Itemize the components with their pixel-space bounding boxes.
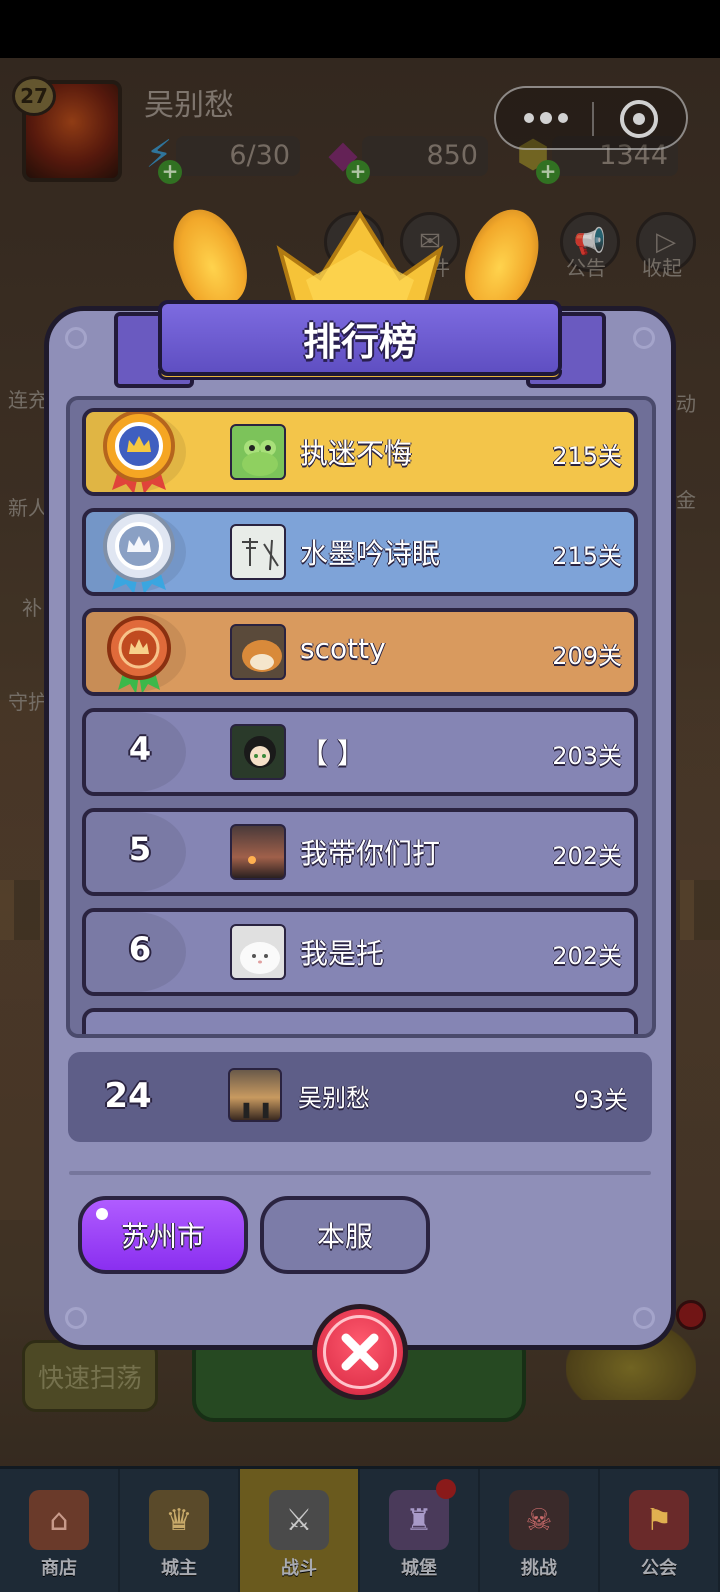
user-name: 我带你们打 bbox=[300, 837, 441, 870]
tab-server[interactable]: 本服 bbox=[260, 1196, 430, 1274]
nav-shop-label: 商店 bbox=[41, 1558, 77, 1579]
nav-challenge-label: 挑战 bbox=[521, 1558, 557, 1579]
user-name: scotty bbox=[300, 632, 386, 665]
nav-castle[interactable]: ♜ 城堡 bbox=[360, 1469, 480, 1592]
castle-icon: ♜ bbox=[389, 1490, 449, 1550]
my-avatar bbox=[228, 1068, 282, 1122]
user-avatar[interactable] bbox=[230, 824, 286, 880]
status-bar bbox=[0, 0, 720, 58]
tab-highlight-dot bbox=[96, 1208, 108, 1220]
bottom-navigation: ⌂ 商店 ♛ 城主 ⚔ 战斗 ♜ 城堡 ☠ 挑战 ⚑ 公会 bbox=[0, 1466, 720, 1592]
corner-ornament bbox=[65, 327, 87, 349]
user-score: 202关 bbox=[552, 942, 622, 970]
demon-icon: ☠ bbox=[509, 1490, 569, 1550]
user-name: 水墨吟诗眠 bbox=[300, 537, 441, 570]
user-score: 202关 bbox=[552, 842, 622, 870]
tab-server-label: 本服 bbox=[316, 1220, 373, 1253]
user-score: 203关 bbox=[552, 742, 622, 770]
corner-ornament bbox=[633, 327, 655, 349]
user-score: 215关 bbox=[552, 442, 622, 470]
shop-icon: ⌂ bbox=[29, 1490, 89, 1550]
user-score: 215关 bbox=[552, 542, 622, 570]
user-name: 我是托 bbox=[300, 937, 385, 970]
ranking-row[interactable]: 执迷不悔 215关 bbox=[82, 408, 638, 496]
panel-divider bbox=[69, 1171, 651, 1175]
corner-ornament bbox=[65, 1307, 87, 1329]
close-button[interactable] bbox=[312, 1304, 408, 1400]
ranking-row-partial[interactable] bbox=[82, 1008, 638, 1034]
title-ribbon: 排行榜 bbox=[158, 300, 562, 376]
nav-shop[interactable]: ⌂ 商店 bbox=[0, 1469, 120, 1592]
user-score: 209关 bbox=[552, 642, 622, 670]
swords-icon: ⚔ bbox=[269, 1490, 329, 1550]
bronze-medal-icon bbox=[107, 616, 171, 692]
crown-icon bbox=[276, 210, 444, 310]
user-name: 【 】 bbox=[300, 737, 365, 770]
nav-castle-label: 城堡 bbox=[401, 1558, 437, 1579]
crown-nav-icon: ♛ bbox=[149, 1490, 209, 1550]
nav-lord[interactable]: ♛ 城主 bbox=[120, 1469, 240, 1592]
leaderboard-title: 排行榜 bbox=[302, 319, 417, 364]
nav-challenge[interactable]: ☠ 挑战 bbox=[480, 1469, 600, 1592]
user-avatar[interactable] bbox=[230, 724, 286, 780]
rank-number: 6 bbox=[128, 930, 152, 968]
my-rank-number: 24 bbox=[104, 1076, 152, 1116]
user-name: 执迷不悔 bbox=[300, 437, 413, 470]
ranking-row[interactable]: 5 我带你们打 202关 bbox=[82, 808, 638, 896]
corner-ornament bbox=[633, 1307, 655, 1329]
user-avatar[interactable] bbox=[230, 624, 286, 680]
ranking-row[interactable]: scotty 209关 bbox=[82, 608, 638, 696]
rank-number: 4 bbox=[128, 730, 152, 768]
silver-medal-icon bbox=[103, 512, 175, 592]
guild-banner-icon: ⚑ bbox=[629, 1490, 689, 1550]
nav-guild[interactable]: ⚑ 公会 bbox=[600, 1469, 720, 1592]
user-avatar[interactable] bbox=[230, 524, 286, 580]
tab-city[interactable]: 苏州市 bbox=[78, 1196, 248, 1274]
my-ranking-row: 24 吴别愁 93关 bbox=[68, 1052, 652, 1142]
castle-notification-dot bbox=[436, 1479, 456, 1499]
ranking-list[interactable]: 执迷不悔 215关 水墨吟诗眠 215关 scotty 209关 4 【 】 2… bbox=[66, 396, 656, 1038]
nav-guild-label: 公会 bbox=[641, 1558, 677, 1579]
gold-medal-icon bbox=[103, 412, 175, 492]
rank-number: 5 bbox=[128, 830, 152, 868]
nav-lord-label: 城主 bbox=[161, 1558, 197, 1579]
ranking-row[interactable]: 4 【 】 203关 bbox=[82, 708, 638, 796]
nav-battle[interactable]: ⚔ 战斗 bbox=[240, 1469, 360, 1592]
nav-battle-label: 战斗 bbox=[281, 1558, 317, 1579]
my-score: 93关 bbox=[573, 1086, 628, 1114]
close-ring bbox=[323, 1315, 397, 1389]
ranking-row[interactable]: 6 我是托 202关 bbox=[82, 908, 638, 996]
tab-city-label: 苏州市 bbox=[120, 1220, 205, 1253]
my-name: 吴别愁 bbox=[298, 1084, 370, 1112]
user-avatar[interactable] bbox=[230, 424, 286, 480]
user-avatar[interactable] bbox=[230, 924, 286, 980]
ranking-row[interactable]: 水墨吟诗眠 215关 bbox=[82, 508, 638, 596]
